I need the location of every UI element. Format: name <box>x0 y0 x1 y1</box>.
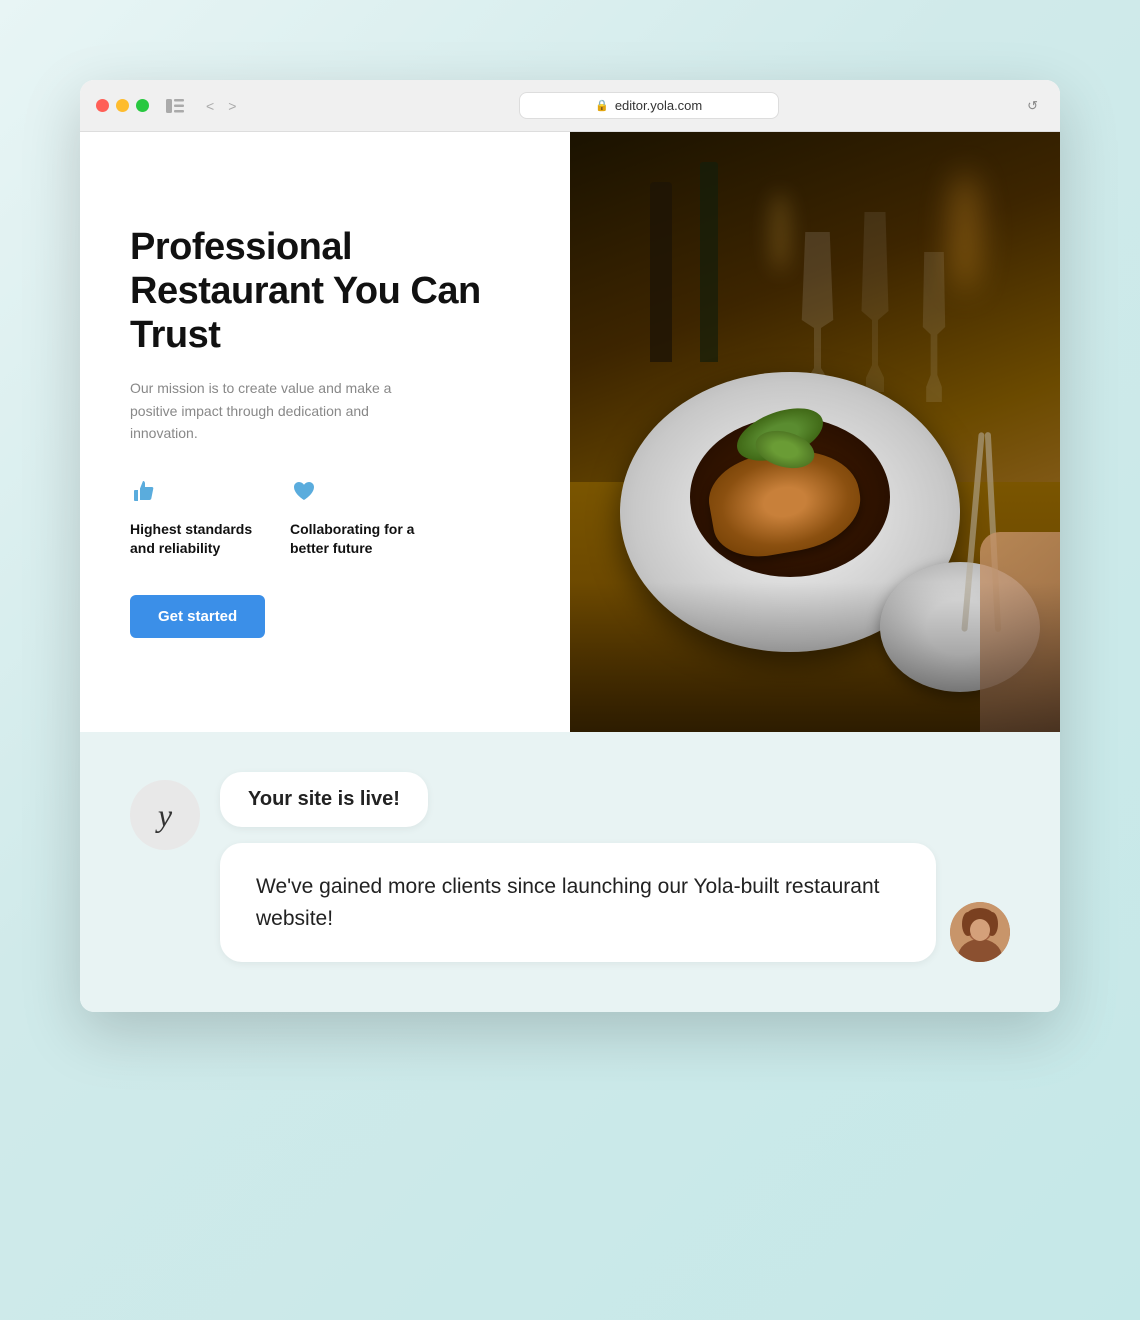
features-row: Highest standards and reliability Collab… <box>130 477 520 559</box>
left-panel: Professional Restaurant You Can Trust Ou… <box>80 132 570 732</box>
hero-subtitle: Our mission is to create value and make … <box>130 377 410 444</box>
testimonial-bubble: We've gained more clients since launchin… <box>220 843 936 962</box>
url-text: editor.yola.com <box>615 98 702 113</box>
sidebar-toggle-icon[interactable] <box>161 96 189 116</box>
image-overlay <box>570 582 1060 732</box>
traffic-lights <box>96 99 149 112</box>
chat-section: y Your site is live! We've gained more c… <box>80 732 1060 1012</box>
yola-avatar: y <box>130 780 200 850</box>
address-bar[interactable]: 🔒 editor.yola.com <box>519 92 779 119</box>
browser-window: < > 🔒 editor.yola.com ↺ Professional Res… <box>80 80 1060 1012</box>
chat-messages: Your site is live! We've gained more cli… <box>220 772 1010 962</box>
forward-button[interactable]: > <box>223 96 241 116</box>
heart-icon <box>290 477 420 512</box>
browser-chrome: < > 🔒 editor.yola.com ↺ <box>80 80 1060 132</box>
lock-icon: 🔒 <box>595 99 609 112</box>
hero-title: Professional Restaurant You Can Trust <box>130 226 520 357</box>
website-content: Professional Restaurant You Can Trust Ou… <box>80 132 1060 732</box>
maximize-button[interactable] <box>136 99 149 112</box>
nav-arrows: < > <box>201 96 241 116</box>
address-bar-wrapper: 🔒 editor.yola.com ↺ <box>253 92 1044 119</box>
close-button[interactable] <box>96 99 109 112</box>
feature-2-text: Collaborating for a better future <box>290 520 420 559</box>
right-panel <box>570 132 1060 732</box>
testimonial-wrapper: We've gained more clients since launchin… <box>220 843 1010 962</box>
food-image <box>570 132 1060 732</box>
reload-button[interactable]: ↺ <box>1027 98 1038 114</box>
feature-item-1: Highest standards and reliability <box>130 477 260 559</box>
feature-1-text: Highest standards and reliability <box>130 520 260 559</box>
minimize-button[interactable] <box>116 99 129 112</box>
site-live-bubble: Your site is live! <box>220 772 428 827</box>
get-started-button[interactable]: Get started <box>130 595 265 638</box>
thumbs-up-icon <box>130 477 260 512</box>
user-avatar <box>950 902 1010 962</box>
feature-item-2: Collaborating for a better future <box>290 477 420 559</box>
back-button[interactable]: < <box>201 96 219 116</box>
